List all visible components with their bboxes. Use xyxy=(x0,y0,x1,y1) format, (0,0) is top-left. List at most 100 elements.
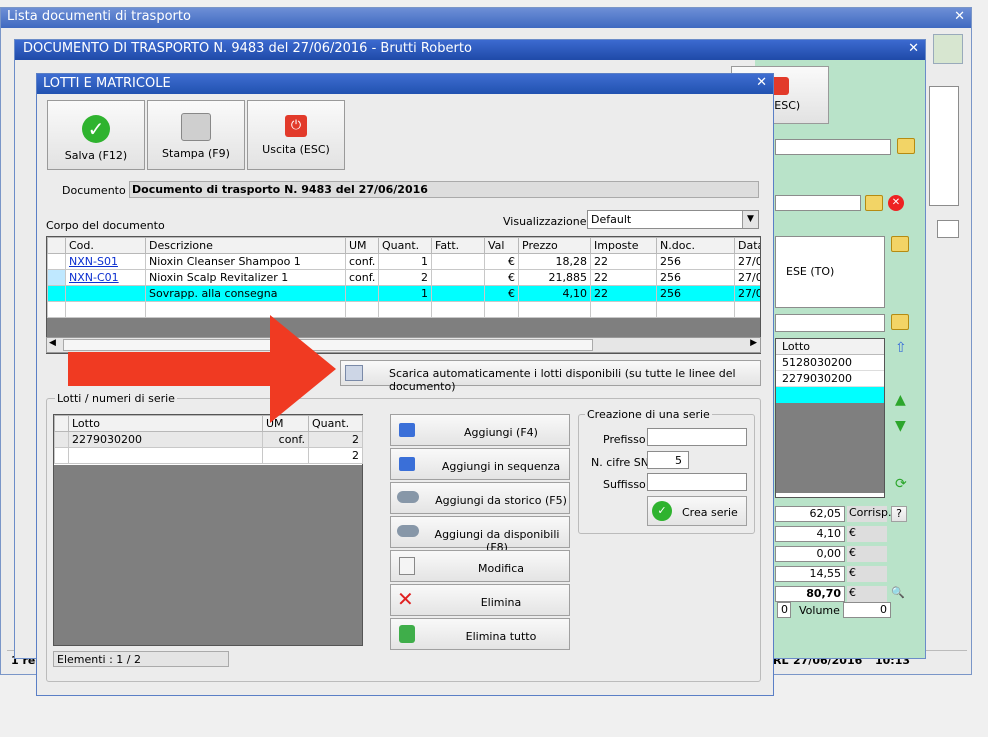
row-selector[interactable] xyxy=(47,269,66,286)
crea-serie-button[interactable]: ✓ Crea serie xyxy=(647,496,747,526)
arrow-up-blue-icon[interactable]: ⇧ xyxy=(895,340,907,356)
document-title: DOCUMENTO DI TRASPORTO N. 9483 del 27/06… xyxy=(23,41,472,56)
table-row[interactable]: 2 xyxy=(54,447,363,464)
folder-icon-3[interactable] xyxy=(891,236,909,252)
elementi-count: Elementi : 1 / 2 xyxy=(53,651,229,667)
cell-fatt xyxy=(431,269,485,286)
doc-field-2[interactable] xyxy=(775,195,861,211)
cell-um xyxy=(262,447,309,464)
outer-close-icon[interactable]: ✕ xyxy=(954,9,965,24)
elimina-tutto-button[interactable]: Elimina tutto xyxy=(390,618,570,650)
elimina-button[interactable]: ✕ Elimina xyxy=(390,584,570,616)
col-data[interactable]: Data d xyxy=(734,237,760,254)
col-um[interactable]: UM xyxy=(345,237,379,254)
table-row[interactable]: NXN-C01 Nioxin Scalp Revitalizer 1 conf.… xyxy=(47,269,760,286)
visualizzazione-select[interactable]: Default ▼ xyxy=(587,210,759,229)
scarica-lotti-button[interactable]: Scarica automaticamente i lotti disponib… xyxy=(340,360,761,393)
cell-quant: 2 xyxy=(308,447,363,464)
dialog-title: LOTTI E MATRICOLE xyxy=(43,76,171,91)
exit-button[interactable]: ⏻ Uscita (ESC) xyxy=(247,100,345,170)
cifre-input[interactable]: 5 xyxy=(647,451,689,469)
total-unit: € xyxy=(847,526,887,542)
arrow-up-green-icon[interactable]: ▲ xyxy=(895,392,906,408)
col-quant[interactable]: Quant. xyxy=(378,237,432,254)
cell-cod-link[interactable]: NXN-C01 xyxy=(65,269,146,286)
prefisso-input[interactable] xyxy=(647,428,747,446)
side-list[interactable] xyxy=(929,86,959,206)
chevron-down-icon[interactable]: ▼ xyxy=(742,211,758,228)
table-row[interactable]: NXN-S01 Nioxin Cleanser Shampoo 1 conf. … xyxy=(47,253,760,270)
cell-data: 27/06/2 xyxy=(734,269,760,286)
cell-data: 27/06/2 xyxy=(734,253,760,270)
document-close-icon[interactable]: ✕ xyxy=(908,41,919,56)
col-val[interactable]: Val xyxy=(484,237,519,254)
folder-icon[interactable] xyxy=(897,138,915,154)
scroll-right-icon[interactable]: ▶ xyxy=(750,338,757,348)
printer-icon xyxy=(181,113,211,141)
doc-field-3[interactable] xyxy=(775,314,885,332)
outer-title: Lista documenti di trasporto xyxy=(7,9,191,24)
col-fatt[interactable]: Fatt. xyxy=(431,237,485,254)
total-corrisp: 62,05 xyxy=(775,506,845,522)
print-button[interactable]: Stampa (F9) xyxy=(147,100,245,170)
doc-field-1[interactable] xyxy=(775,139,891,155)
delete-icon[interactable]: ✕ xyxy=(888,195,904,211)
total-grand: 80,70 xyxy=(775,586,845,602)
row-selector[interactable] xyxy=(47,253,66,270)
cifre-label: N. cifre SN xyxy=(591,456,649,469)
lotto-side-row-selected[interactable] xyxy=(776,387,884,403)
col-ndoc[interactable]: N.doc. xyxy=(656,237,735,254)
aggiungi-button[interactable]: Aggiungi (F4) xyxy=(390,414,570,446)
cell-prezzo: 21,885 xyxy=(518,269,591,286)
arrow-down-green-icon[interactable]: ▼ xyxy=(895,418,906,434)
modifica-button[interactable]: Modifica xyxy=(390,550,570,582)
delete-x-icon: ✕ xyxy=(397,587,414,611)
cell-lotto[interactable] xyxy=(68,447,263,464)
lotti-empty-area xyxy=(54,465,362,645)
row-selector[interactable] xyxy=(54,447,69,464)
help-button[interactable]: ? xyxy=(891,506,907,522)
cell-quant: 2 xyxy=(378,269,432,286)
col-descrizione[interactable]: Descrizione xyxy=(145,237,346,254)
suffisso-input[interactable] xyxy=(647,473,747,491)
volume-label: Volume : xyxy=(799,604,848,617)
cell-fatt xyxy=(431,285,485,302)
dialog-close-icon[interactable]: ✕ xyxy=(756,75,767,90)
lotti-table[interactable]: Lotto UM Quant. 2279030200 conf. 2 2 xyxy=(53,414,363,646)
add-sequence-icon xyxy=(399,457,415,471)
checkmark-icon: ✓ xyxy=(82,115,110,143)
col-imposte[interactable]: Imposte xyxy=(590,237,657,254)
cell-val: € xyxy=(484,285,519,302)
folder-icon-4[interactable] xyxy=(891,314,909,330)
colli-field[interactable]: 0 xyxy=(777,602,791,618)
elimina-label: Elimina xyxy=(480,596,522,609)
suffisso-label: Suffisso xyxy=(603,478,646,491)
refresh-icon[interactable]: ⟳ xyxy=(895,476,907,492)
save-button[interactable]: ✓ Salva (F12) xyxy=(47,100,145,170)
scroll-left-icon[interactable]: ◀ xyxy=(49,338,56,348)
cell-ndoc: 256 xyxy=(656,253,735,270)
dialog-titlebar: LOTTI E MATRICOLE ✕ xyxy=(37,74,773,94)
lotto-side-table[interactable]: Lotto 5128030200 2279030200 xyxy=(775,338,885,498)
lotto-side-row[interactable]: 2279030200 xyxy=(776,371,884,387)
lotto-side-row[interactable]: 5128030200 xyxy=(776,355,884,371)
total-value: 4,10 xyxy=(775,526,845,542)
folder-icon-2[interactable] xyxy=(865,195,883,211)
cell-cod-link[interactable]: NXN-S01 xyxy=(65,253,146,270)
aggiungi-disponibili-button[interactable]: Aggiungi da disponibili (F8) xyxy=(390,516,570,554)
cell-desc: Nioxin Cleanser Shampoo 1 xyxy=(145,253,346,270)
col-prezzo[interactable]: Prezzo xyxy=(518,237,591,254)
aggiungi-storico-button[interactable]: Aggiungi da storico (F5) xyxy=(390,482,570,514)
lotto-side-empty xyxy=(776,403,884,493)
aggiungi-sequenza-button[interactable]: Aggiungi in sequenza xyxy=(390,448,570,480)
volume-field[interactable]: 0 xyxy=(843,602,891,618)
col-cod[interactable]: Cod. xyxy=(65,237,146,254)
zoom-icon[interactable]: 🔍 xyxy=(891,586,907,602)
totals-panel: 62,05 Corrisp. ? 4,10 € 0,00 € 14,55 € 8… xyxy=(775,506,925,604)
lotto-side-header: Lotto xyxy=(776,339,884,355)
cell-fatt xyxy=(431,253,485,270)
cell-prezzo: 4,10 xyxy=(518,285,591,302)
side-dropdown[interactable] xyxy=(937,220,959,238)
users-icon[interactable] xyxy=(933,34,963,64)
total-grand-unit: € xyxy=(847,586,887,602)
